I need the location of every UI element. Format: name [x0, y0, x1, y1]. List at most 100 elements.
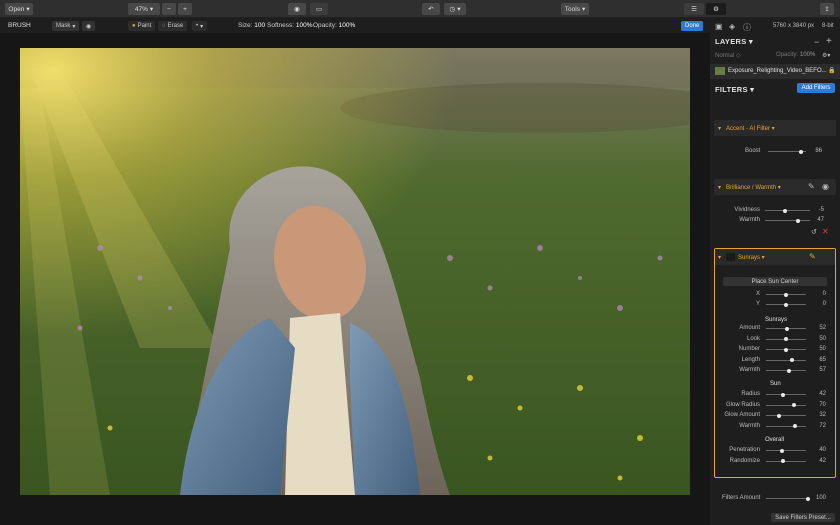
slider-knob[interactable] [784, 337, 788, 341]
edit-panel-button[interactable]: ⚙ [706, 3, 726, 15]
boost-value[interactable]: 86 [806, 148, 822, 154]
brush-options-dropdown[interactable]: • ▾ [192, 21, 208, 31]
layer-opacity-value[interactable]: 100% [800, 52, 815, 58]
zoom-out-button[interactable]: − [162, 3, 176, 15]
slider-knob[interactable] [792, 424, 797, 428]
photo[interactable] [20, 48, 690, 495]
slider-knob[interactable] [783, 208, 788, 213]
open-button[interactable]: Open ▾ [5, 3, 33, 15]
slider-value[interactable]: 70 [810, 402, 826, 408]
slider-row[interactable]: Number 50 [710, 346, 840, 354]
mask-thumbnail[interactable] [726, 253, 735, 261]
layers-title[interactable]: LAYERS ▾ [715, 37, 753, 46]
slider-knob[interactable] [780, 392, 785, 397]
slider-value[interactable]: 42 [810, 391, 826, 397]
slider-knob[interactable] [784, 292, 788, 297]
slider-value[interactable]: 42 [810, 458, 826, 464]
image-icon[interactable]: ▣ [715, 22, 723, 31]
slider-row[interactable]: Glow Radius 70 [710, 402, 840, 410]
minus-icon[interactable]: − [814, 37, 819, 47]
info-icon[interactable]: ⓘ [743, 22, 751, 33]
slider-value[interactable]: 50 [810, 336, 826, 342]
slider-value[interactable]: 72 [810, 423, 826, 429]
softness-control[interactable]: Softness: 100% [267, 22, 313, 29]
layers-panel-button[interactable]: ☰ [684, 3, 704, 15]
gear-icon[interactable]: ⚙▾ [822, 52, 830, 59]
mask-visibility-button[interactable]: ◉ [82, 21, 96, 31]
sunrays-filter-header[interactable]: ▾ Sunrays ▾ ✎ [715, 249, 835, 265]
slider-value[interactable]: 57 [810, 367, 826, 373]
filters-amount-value[interactable]: 100 [810, 495, 826, 501]
slider-row[interactable]: Y0 [710, 301, 840, 309]
plus-icon[interactable]: + [826, 36, 832, 47]
save-preset-button[interactable]: Save Filters Preset... [771, 513, 835, 522]
slider-knob[interactable] [784, 326, 789, 331]
lock-icon[interactable]: 🔒 [828, 67, 835, 74]
slider-row[interactable]: Warmth 47 [710, 217, 840, 225]
add-filters-button[interactable]: Add Filters [797, 83, 835, 93]
tools-button[interactable]: Tools ▾ [561, 3, 589, 15]
slider-knob[interactable] [784, 347, 788, 352]
slider-track[interactable] [765, 218, 810, 223]
done-button[interactable]: Done [681, 21, 704, 31]
slider-row[interactable]: Randomize 42 [710, 458, 840, 466]
brush-icon[interactable]: ✎ [809, 252, 816, 261]
filters-amount-slider[interactable] [766, 496, 810, 501]
zoom-in-button[interactable]: + [178, 3, 192, 15]
slider-value[interactable]: 32 [810, 412, 826, 418]
brush-icon[interactable]: ✎ [808, 182, 815, 191]
share-button[interactable]: ⇪ [820, 3, 834, 15]
slider-row[interactable]: Vividness -5 [710, 207, 840, 215]
paint-button[interactable]: ● Paint [128, 21, 156, 31]
history-button[interactable]: ◷ ▾ [444, 3, 466, 15]
preview-button[interactable]: ◉ [288, 3, 306, 15]
slider-track[interactable] [766, 413, 806, 418]
slider-knob[interactable] [790, 358, 794, 362]
boost-slider-row[interactable]: Boost 86 [710, 148, 840, 156]
slider-value[interactable]: 52 [810, 325, 826, 331]
slider-track[interactable] [766, 358, 806, 362]
slider-row[interactable]: Glow Amount 32 [710, 412, 840, 420]
slider-track[interactable] [766, 368, 806, 373]
slider-knob[interactable] [776, 413, 781, 418]
slider-knob[interactable] [784, 302, 788, 307]
slider-row[interactable]: Radius 42 [710, 391, 840, 399]
zoom-dropdown[interactable]: 47% ▾ [128, 3, 160, 15]
layer-row[interactable]: Exposure_Relighting_Video_BEFO... 🔒 [710, 64, 840, 79]
delete-icon[interactable]: ✕ [822, 227, 829, 236]
slider-row[interactable]: Penetration 40 [710, 447, 840, 455]
slider-knob[interactable] [798, 149, 803, 154]
mask-dropdown[interactable]: Mask ▾ [52, 21, 80, 31]
slider-row[interactable]: Length 65 [710, 357, 840, 365]
slider-track[interactable] [766, 448, 806, 453]
slider-track[interactable] [766, 403, 806, 407]
slider-value[interactable]: 0 [810, 291, 826, 297]
slider-track[interactable] [766, 347, 806, 352]
slider-knob[interactable] [795, 218, 800, 223]
reset-icon[interactable]: ↺ [811, 228, 817, 236]
slider-track[interactable] [766, 424, 806, 428]
slider-track[interactable] [766, 292, 806, 297]
slider-value[interactable]: 47 [808, 217, 824, 223]
slider-row[interactable]: Warmth 57 [710, 367, 840, 375]
erase-button[interactable]: ◌ Erase [158, 21, 188, 31]
filters-amount-row[interactable]: Filters Amount 100 [710, 495, 840, 503]
slider-row[interactable]: X0 [710, 291, 840, 299]
slider-row[interactable]: Look 50 [710, 336, 840, 344]
undo-button[interactable]: ↶ [422, 3, 440, 15]
slider-row[interactable]: Warmth 72 [710, 423, 840, 431]
slider-knob[interactable] [780, 448, 784, 453]
slider-row[interactable]: Amount 52 [710, 325, 840, 333]
accent-filter-header[interactable]: ▾ Accent - AI Filter ▾ [714, 120, 836, 136]
layers-stack-icon[interactable]: ◈ [729, 22, 735, 31]
slider-track[interactable] [765, 208, 810, 213]
slider-knob[interactable] [792, 403, 796, 407]
place-sun-center-button[interactable]: Place Sun Center [723, 277, 827, 286]
slider-track[interactable] [766, 337, 806, 341]
slider-track[interactable] [766, 302, 806, 307]
eye-icon[interactable]: ◉ [822, 182, 829, 191]
boost-slider[interactable] [768, 149, 806, 154]
slider-value[interactable]: 65 [810, 357, 826, 363]
slider-value[interactable]: 50 [810, 346, 826, 352]
blend-mode-dropdown[interactable]: Normal ◇ [715, 52, 741, 59]
